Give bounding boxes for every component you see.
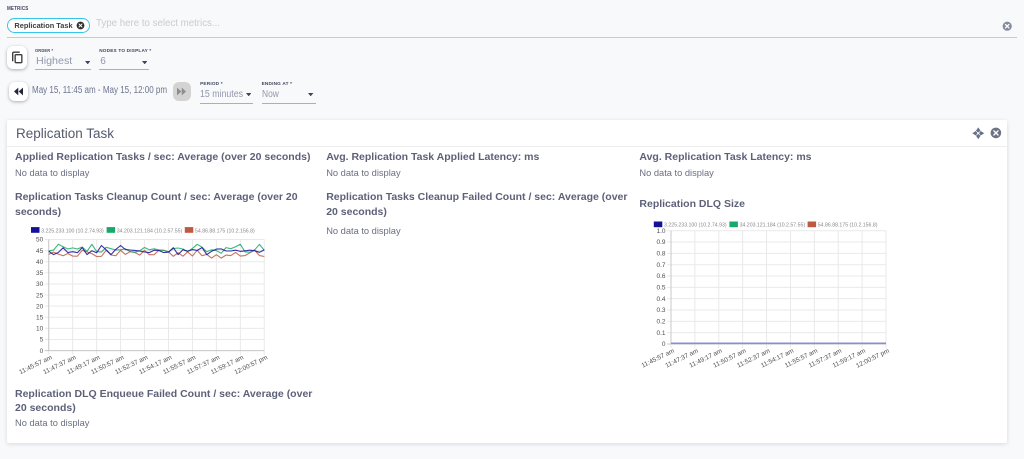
svg-text:1.0: 1.0 [656, 228, 665, 235]
svg-text:0.1: 0.1 [656, 330, 665, 337]
svg-text:34.203.121.184 (10.2.57.55): 34.203.121.184 (10.2.57.55) [117, 228, 183, 234]
svg-text:0.2: 0.2 [656, 319, 665, 326]
svg-text:30: 30 [36, 281, 44, 288]
svg-text:0.5: 0.5 [656, 285, 665, 292]
svg-text:0.8: 0.8 [656, 251, 665, 258]
svg-text:34.203.121.184 (10.2.57.55): 34.203.121.184 (10.2.57.55) [740, 223, 806, 229]
svg-text:0: 0 [40, 348, 44, 355]
svg-text:0: 0 [662, 341, 666, 348]
svg-text:10: 10 [36, 326, 44, 333]
svg-text:5: 5 [40, 337, 44, 344]
svg-text:25: 25 [36, 292, 44, 299]
svg-text:54.86.88.175 (10.2.156.8): 54.86.88.175 (10.2.156.8) [818, 223, 878, 229]
svg-text:0.7: 0.7 [656, 262, 665, 269]
svg-text:0.3: 0.3 [656, 307, 665, 314]
svg-text:40: 40 [36, 259, 44, 266]
svg-text:50: 50 [36, 237, 44, 244]
svg-text:0.6: 0.6 [656, 273, 665, 280]
svg-text:45: 45 [36, 248, 44, 255]
svg-text:3.225.233.100 (10.2.74.93): 3.225.233.100 (10.2.74.93) [664, 223, 727, 229]
svg-text:35: 35 [36, 270, 44, 277]
svg-text:3.225.233.100 (10.2.74.93): 3.225.233.100 (10.2.74.93) [41, 228, 104, 234]
svg-text:0.9: 0.9 [656, 239, 665, 246]
svg-text:15: 15 [36, 314, 44, 321]
svg-text:54.86.88.175 (10.2.156.8): 54.86.88.175 (10.2.156.8) [195, 228, 255, 234]
svg-text:0.4: 0.4 [656, 296, 665, 303]
svg-text:20: 20 [36, 303, 44, 310]
